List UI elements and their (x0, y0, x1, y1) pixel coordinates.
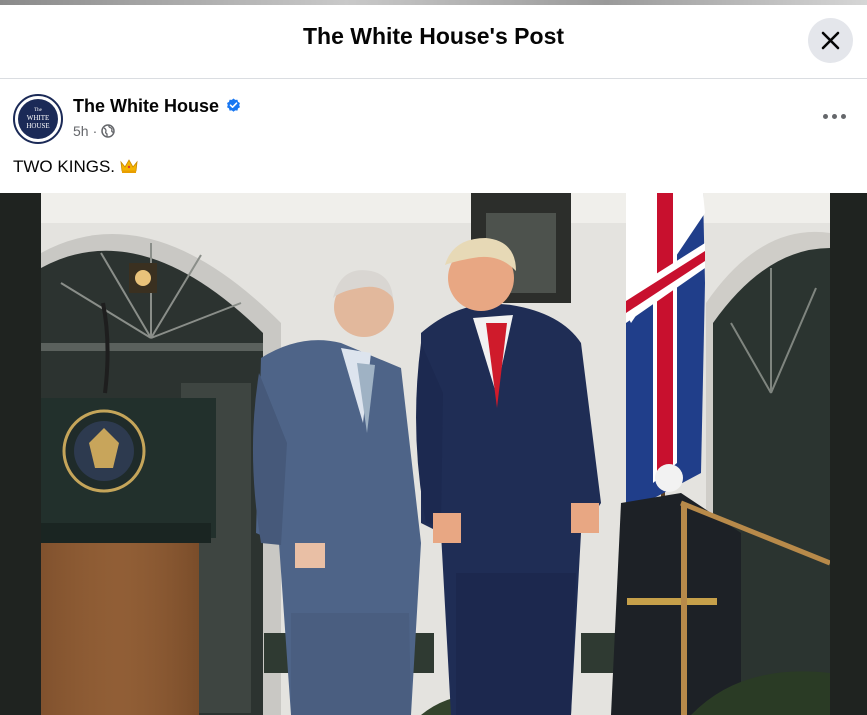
modal-title: The White House's Post (302, 23, 565, 49)
more-dot (832, 114, 837, 119)
globe-icon[interactable] (101, 124, 115, 138)
meta-separator: · (92, 123, 98, 139)
post-meta: 5h · (73, 123, 115, 139)
post-time-link[interactable]: 5h (73, 123, 89, 139)
crown-icon (120, 159, 138, 173)
close-icon (821, 31, 840, 50)
close-button[interactable] (808, 18, 853, 63)
avatar-logo: The WHITE HOUSE (18, 99, 58, 139)
post-photo[interactable] (41, 193, 830, 715)
avatar[interactable]: The WHITE HOUSE (13, 94, 63, 144)
more-options-button[interactable] (820, 101, 850, 131)
more-dot (841, 114, 846, 119)
modal-header: The White House's Post (0, 5, 867, 79)
more-dot (823, 114, 828, 119)
post-image-container[interactable] (0, 193, 867, 715)
post-header: The WHITE HOUSE The White House 5h · TWO… (0, 79, 867, 191)
verified-badge-icon (227, 98, 240, 112)
post-caption: TWO KINGS. (13, 157, 115, 176)
page-name-link[interactable]: The White House (73, 96, 219, 117)
post-text: TWO KINGS. (13, 157, 139, 177)
